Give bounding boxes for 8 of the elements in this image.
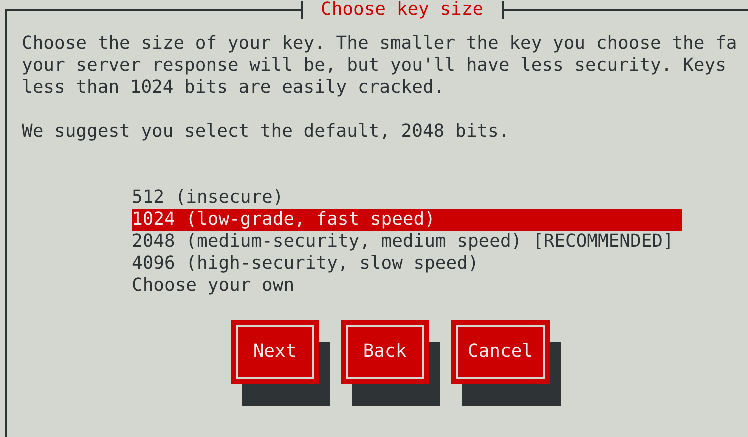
key-size-option[interactable]: 512 (insecure)	[132, 187, 682, 209]
instruction-text: Choose the size of your key. The smaller the key you choose the fa your server response will be, but you'll have less security. Keys less than 1024 bits are easily cracked.	[22, 33, 738, 99]
key-size-option[interactable]: 4096 (high-security, slow speed)	[132, 253, 682, 275]
instruction-text: We suggest you select the default, 2048 bits.	[22, 121, 511, 143]
key-size-option[interactable]: Choose your own	[132, 275, 682, 297]
key-size-option[interactable]: 2048 (medium-security, medium speed) [RECOMMENDED]	[132, 231, 682, 253]
dialog-title: Choose key size	[301, 1, 504, 19]
key-size-option[interactable]: 1024 (low-grade, fast speed)	[132, 209, 682, 231]
